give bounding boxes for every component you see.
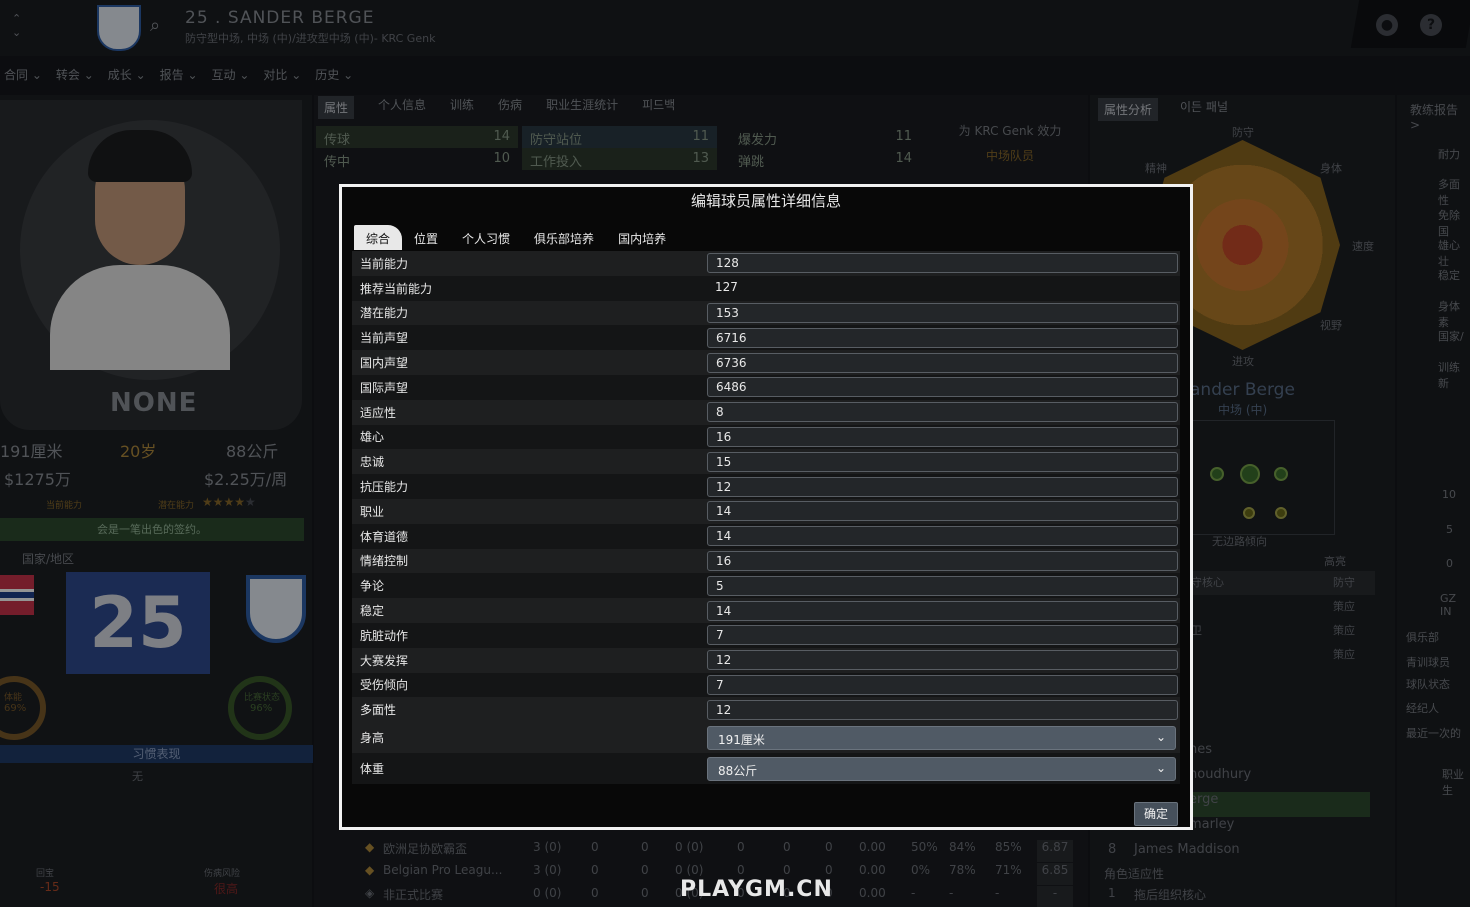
weight-selected-value: 88公斤 [718, 763, 758, 778]
attribute-label: 适应性 [360, 405, 397, 420]
height-label: 身高 [360, 731, 385, 746]
attribute-edit-row: 情绪控制 16 [352, 548, 1180, 574]
attribute-label: 潜在能力 [360, 306, 409, 321]
attribute-label: 肮脏动作 [360, 628, 409, 643]
height-select[interactable]: 191厘米 ⌄ [707, 725, 1176, 750]
attribute-edit-row: 受伤倾向 7 [352, 672, 1180, 698]
tab-positions[interactable]: 位置 [402, 225, 450, 250]
attribute-value-input[interactable]: 14 [707, 526, 1178, 547]
attribute-value-input[interactable]: 5 [707, 575, 1178, 596]
attribute-value-input[interactable]: 128 [707, 253, 1178, 274]
attribute-edit-row: 当前声望 6716 [352, 325, 1180, 351]
weight-label: 体重 [360, 762, 385, 777]
recommended-ability-value: 127 [715, 280, 738, 295]
edit-attributes-dialog: 编辑球员属性详细信息 综合 位置 个人习惯 俱乐部培养 国内培养 当前能力 128… [339, 184, 1193, 830]
attribute-value-input[interactable]: 6486 [707, 377, 1178, 398]
attribute-edit-row: 国内声望 6736 [352, 350, 1180, 375]
attribute-edit-row: 适应性 8 [352, 399, 1180, 425]
attribute-value-input[interactable]: 6716 [707, 327, 1178, 348]
attribute-value-input[interactable]: 8 [707, 402, 1178, 423]
height-selected-value: 191厘米 [718, 732, 765, 747]
attribute-label: 当前声望 [360, 331, 409, 346]
attribute-value-input[interactable]: 12 [707, 650, 1178, 671]
chevron-down-icon: ⌄ [1155, 760, 1166, 775]
attribute-label: 忠诚 [360, 455, 385, 470]
attribute-edit-row: 稳定 14 [352, 598, 1180, 623]
attribute-label: 当前能力 [360, 256, 409, 271]
ok-button[interactable]: 确定 [1134, 802, 1178, 826]
attribute-edit-row: 肮脏动作 7 [352, 622, 1180, 648]
height-row: 身高 191厘米 ⌄ [352, 722, 1180, 754]
attribute-edit-row: 争论 5 [352, 573, 1180, 599]
attribute-value-input[interactable]: 16 [707, 550, 1178, 571]
attribute-value-input[interactable]: 14 [707, 501, 1178, 522]
attribute-edit-list: 当前能力 128 推荐当前能力 127 潜在能力 153 当前声望 6716 国内声望 6736 国… [352, 251, 1180, 785]
attribute-label: 争论 [360, 579, 385, 594]
attribute-label: 多面性 [360, 703, 397, 718]
attribute-edit-row: 抗压能力 12 [352, 474, 1180, 499]
attribute-value-input[interactable]: 16 [707, 426, 1178, 447]
attribute-value-input[interactable]: 12 [707, 476, 1178, 497]
chevron-down-icon: ⌄ [1155, 729, 1166, 744]
attribute-edit-row: 潜在能力 153 [352, 300, 1180, 326]
attribute-label: 大赛发挥 [360, 653, 409, 668]
attribute-label: 雄心 [360, 430, 385, 445]
attribute-label: 推荐当前能力 [360, 281, 433, 296]
tab-personal-habits[interactable]: 个人习惯 [450, 225, 522, 250]
attribute-value-input[interactable]: 153 [707, 302, 1178, 323]
attribute-label: 国际声望 [360, 380, 409, 395]
attribute-edit-row: 大赛发挥 12 [352, 647, 1180, 673]
attribute-value-input[interactable]: 14 [707, 600, 1178, 621]
tab-club-trained[interactable]: 俱乐部培养 [522, 225, 606, 250]
attribute-edit-row: 体育道德 14 [352, 523, 1180, 549]
weight-row: 体重 88公斤 ⌄ [352, 753, 1180, 785]
attribute-label: 国内声望 [360, 356, 409, 371]
attribute-value-input[interactable]: 15 [707, 451, 1178, 472]
tab-general[interactable]: 综合 [354, 225, 403, 250]
watermark-logo: PLAYGM.CN [680, 877, 833, 902]
attribute-edit-row: 多面性 12 [352, 697, 1180, 723]
attribute-label: 情绪控制 [360, 554, 409, 569]
attribute-edit-row: 忠诚 15 [352, 449, 1180, 475]
attribute-edit-row: 雄心 16 [352, 424, 1180, 450]
attribute-edit-row: 当前能力 128 [352, 251, 1180, 276]
attribute-label: 体育道德 [360, 529, 409, 544]
dialog-tabs: 综合 位置 个人习惯 俱乐部培养 国内培养 [354, 225, 678, 250]
dialog-title: 编辑球员属性详细信息 [690, 192, 841, 210]
tab-nation-trained[interactable]: 国内培养 [606, 225, 678, 250]
attribute-label: 受伤倾向 [360, 678, 409, 693]
attribute-value-input[interactable]: 7 [707, 625, 1178, 646]
attribute-value-input[interactable]: 7 [707, 674, 1178, 695]
attribute-value-input[interactable]: 6736 [707, 352, 1178, 373]
weight-select[interactable]: 88公斤 ⌄ [707, 756, 1176, 781]
attribute-label: 稳定 [360, 604, 385, 619]
attribute-label: 职业 [360, 504, 385, 519]
attribute-edit-row: 国际声望 6486 [352, 374, 1180, 400]
attribute-label: 抗压能力 [360, 480, 409, 495]
attribute-edit-row: 推荐当前能力 127 [352, 275, 1180, 301]
attribute-edit-row: 职业 14 [352, 498, 1180, 524]
attribute-value-input[interactable]: 12 [707, 699, 1178, 720]
